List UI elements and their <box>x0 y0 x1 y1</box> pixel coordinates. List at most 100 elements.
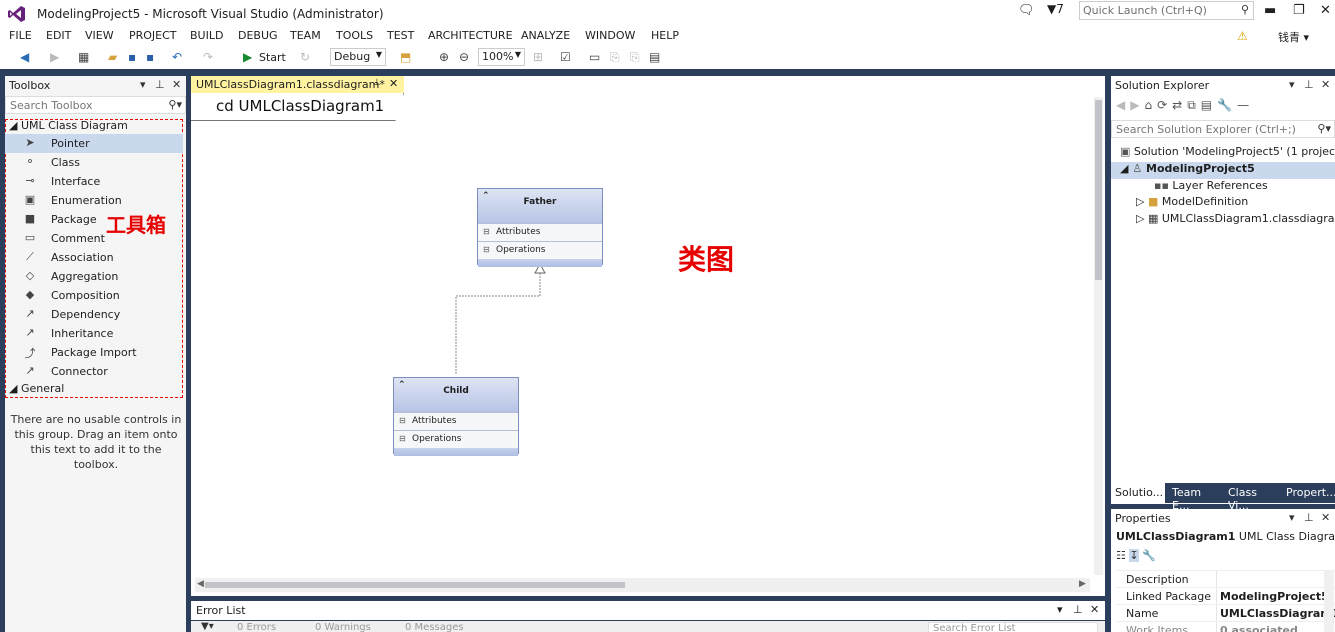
menu-debug[interactable]: DEBUG <box>238 29 278 42</box>
class-shape-father[interactable]: ⌃ Father ⊟ Attributes ⊟ Operations <box>477 188 603 267</box>
collapse-icon[interactable]: ⌃ <box>398 380 406 390</box>
tree-project[interactable]: ◢ ♙ ModelingProject5 <box>1111 162 1335 179</box>
toolbox-item-aggregation[interactable]: ◇ Aggregation <box>5 267 183 286</box>
zoom-select[interactable]: 100% ▼ <box>478 48 525 66</box>
filter-icon[interactable]: ▼▾ <box>201 621 214 632</box>
menu-architecture[interactable]: ARCHITECTURE <box>428 29 513 42</box>
tree-layer-references[interactable]: ▪▪ Layer References <box>1111 179 1268 196</box>
copy-image-icon[interactable]: ⎘ <box>630 50 640 65</box>
collapse-all-icon[interactable]: ⧉ <box>1187 98 1201 112</box>
alphabetical-icon[interactable]: ↧ <box>1129 549 1139 562</box>
menu-test[interactable]: TEST <box>387 29 414 42</box>
home-icon[interactable]: ⌂ <box>1144 98 1157 112</box>
menu-build[interactable]: BUILD <box>190 29 223 42</box>
toolbox-item-association[interactable]: ⟋ Association <box>5 248 183 267</box>
collapsed-arrow-icon[interactable]: ▷ <box>1136 212 1144 225</box>
new-project-icon[interactable]: ▦ <box>78 50 89 64</box>
toolbox-item-composition[interactable]: ◆ Composition <box>5 286 183 305</box>
operations-section[interactable]: ⊟ Operations <box>478 241 602 259</box>
forward-icon[interactable]: ▶ <box>1130 98 1144 112</box>
layer-icon[interactable]: ▭ <box>589 50 600 64</box>
toolbox-item-enumeration[interactable]: ▣ Enumeration <box>5 191 183 210</box>
menu-view[interactable]: VIEW <box>85 29 114 42</box>
class-shape-child[interactable]: ⌃ Child ⊟ Attributes ⊟ Operations <box>393 377 519 456</box>
property-row[interactable]: Linked Package ModelingProject5 <box>1116 587 1335 605</box>
vertical-scroll-thumb[interactable] <box>1095 100 1102 280</box>
errors-filter[interactable]: 0 Errors <box>237 622 276 632</box>
close-tab-icon[interactable]: ✕ <box>389 77 398 90</box>
save-all-icon[interactable]: ▪ <box>146 50 154 64</box>
scroll-left-icon[interactable]: ◀ <box>197 579 204 589</box>
property-row[interactable]: Work Items 0 associated <box>1116 621 1335 632</box>
back-icon[interactable]: ◀ <box>1116 98 1130 112</box>
validate-icon[interactable]: ☑ <box>560 50 571 64</box>
menu-file[interactable]: FILE <box>9 29 32 42</box>
fit-icon[interactable]: ⊞ <box>533 50 543 64</box>
preview-icon[interactable]: — <box>1237 98 1254 112</box>
toolbox-item-dependency[interactable]: ↗ Dependency <box>5 305 183 324</box>
toolbox-item-inheritance[interactable]: ↗ Inheritance <box>5 324 183 343</box>
toolbox-item-class[interactable]: ⚬ Class <box>5 153 183 172</box>
property-pages-icon[interactable]: 🔧 <box>1142 549 1156 562</box>
tree-solution[interactable]: ▣ Solution 'ModelingProject5' (1 project… <box>1111 145 1335 162</box>
minus-box-icon[interactable]: ⊟ <box>483 245 490 254</box>
tab-class-view[interactable]: Class Vi... <box>1224 483 1278 512</box>
save-icon[interactable]: ▪ <box>128 50 136 64</box>
inheritance-connector[interactable] <box>191 93 1103 593</box>
collapse-icon[interactable]: ⌃ <box>482 191 490 201</box>
tab-solution-explorer[interactable]: Solutio... <box>1111 483 1165 503</box>
messages-filter[interactable]: 0 Messages <box>405 622 464 632</box>
property-row[interactable]: Name UMLClassDiagram1 <box>1116 604 1335 622</box>
tree-model-definition[interactable]: ▷ ■ ModelDefinition <box>1111 195 1248 212</box>
pin-icon[interactable]: ⊥ <box>1304 78 1314 91</box>
zoom-out-icon[interactable]: ⊖ <box>459 50 469 64</box>
dropdown-icon[interactable]: ▾ <box>1289 511 1295 524</box>
categorized-icon[interactable]: ☷ <box>1116 549 1126 562</box>
forward-icon[interactable]: ▶ <box>50 50 59 64</box>
toolbox-item-interface[interactable]: ⊸ Interface <box>5 172 183 191</box>
pin-icon[interactable]: ⊥ <box>1073 603 1083 616</box>
menu-team[interactable]: TEAM <box>290 29 321 42</box>
expanded-arrow-icon[interactable]: ◢ <box>1120 162 1128 175</box>
paste-icon[interactable]: ▤ <box>649 50 660 64</box>
dropdown-icon[interactable]: ▾ <box>140 78 146 91</box>
tab-classdiagram[interactable]: UMLClassDiagram1.classdiagram* ⊥ ✕ <box>191 76 404 93</box>
menu-analyze[interactable]: ANALYZE <box>521 29 570 42</box>
refresh-icon[interactable]: ⇄ <box>1172 98 1187 112</box>
error-list-search-input[interactable]: Search Error List <box>928 622 1098 632</box>
back-icon[interactable]: ◀ <box>20 50 29 64</box>
start-button[interactable]: Start <box>259 51 286 64</box>
close-icon[interactable]: ✕ <box>172 78 181 91</box>
close-icon[interactable]: ✕ <box>1090 603 1099 616</box>
minus-box-icon[interactable]: ⊟ <box>483 227 490 236</box>
minus-box-icon[interactable]: ⊟ <box>399 416 406 425</box>
warning-icon[interactable]: ⚠ <box>1237 29 1248 43</box>
user-account[interactable]: 钱青 ▾ <box>1278 29 1309 45</box>
redo-icon[interactable]: ↷ <box>203 50 213 64</box>
minus-box-icon[interactable]: ⊟ <box>399 434 406 443</box>
quick-launch-input[interactable]: Quick Launch (Ctrl+Q) ⚲ <box>1079 1 1254 20</box>
show-all-icon[interactable]: ▤ <box>1201 98 1217 112</box>
solution-explorer-search-input[interactable]: Search Solution Explorer (Ctrl+;) ⚲▾ <box>1111 120 1335 138</box>
refresh-icon[interactable]: ↻ <box>300 50 310 64</box>
pin-icon[interactable]: ⊥ <box>1304 511 1314 524</box>
configuration-select[interactable]: Debug ▼ <box>330 48 386 66</box>
scroll-right-icon[interactable]: ▶ <box>1079 579 1086 589</box>
minimize-button[interactable]: ▬ <box>1264 3 1276 18</box>
zoom-in-icon[interactable]: ⊕ <box>439 50 449 64</box>
properties-scrollbar[interactable] <box>1324 570 1334 632</box>
menu-tools[interactable]: TOOLS <box>336 29 373 42</box>
dropdown-icon[interactable]: ▾ <box>1289 78 1295 91</box>
tab-properties[interactable]: Propert... <box>1282 483 1335 503</box>
menu-window[interactable]: WINDOW <box>585 29 635 42</box>
toolbox-item-pointer[interactable]: ➤ Pointer <box>5 134 183 153</box>
menu-edit[interactable]: EDIT <box>46 29 71 42</box>
toolbox-search-input[interactable]: Search Toolbox ⚲▾ <box>5 96 186 114</box>
toolbox-item-package-import[interactable]: ⤴ Package Import <box>5 343 183 362</box>
properties-icon[interactable]: 🔧 <box>1217 98 1237 112</box>
attributes-section[interactable]: ⊟ Attributes <box>478 223 602 241</box>
restore-button[interactable]: ❐ <box>1293 3 1305 18</box>
undo-icon[interactable]: ↶ <box>172 50 182 64</box>
property-row[interactable]: Description <box>1116 570 1335 588</box>
toolbox-item-connector[interactable]: ↗ Connector <box>5 362 183 381</box>
